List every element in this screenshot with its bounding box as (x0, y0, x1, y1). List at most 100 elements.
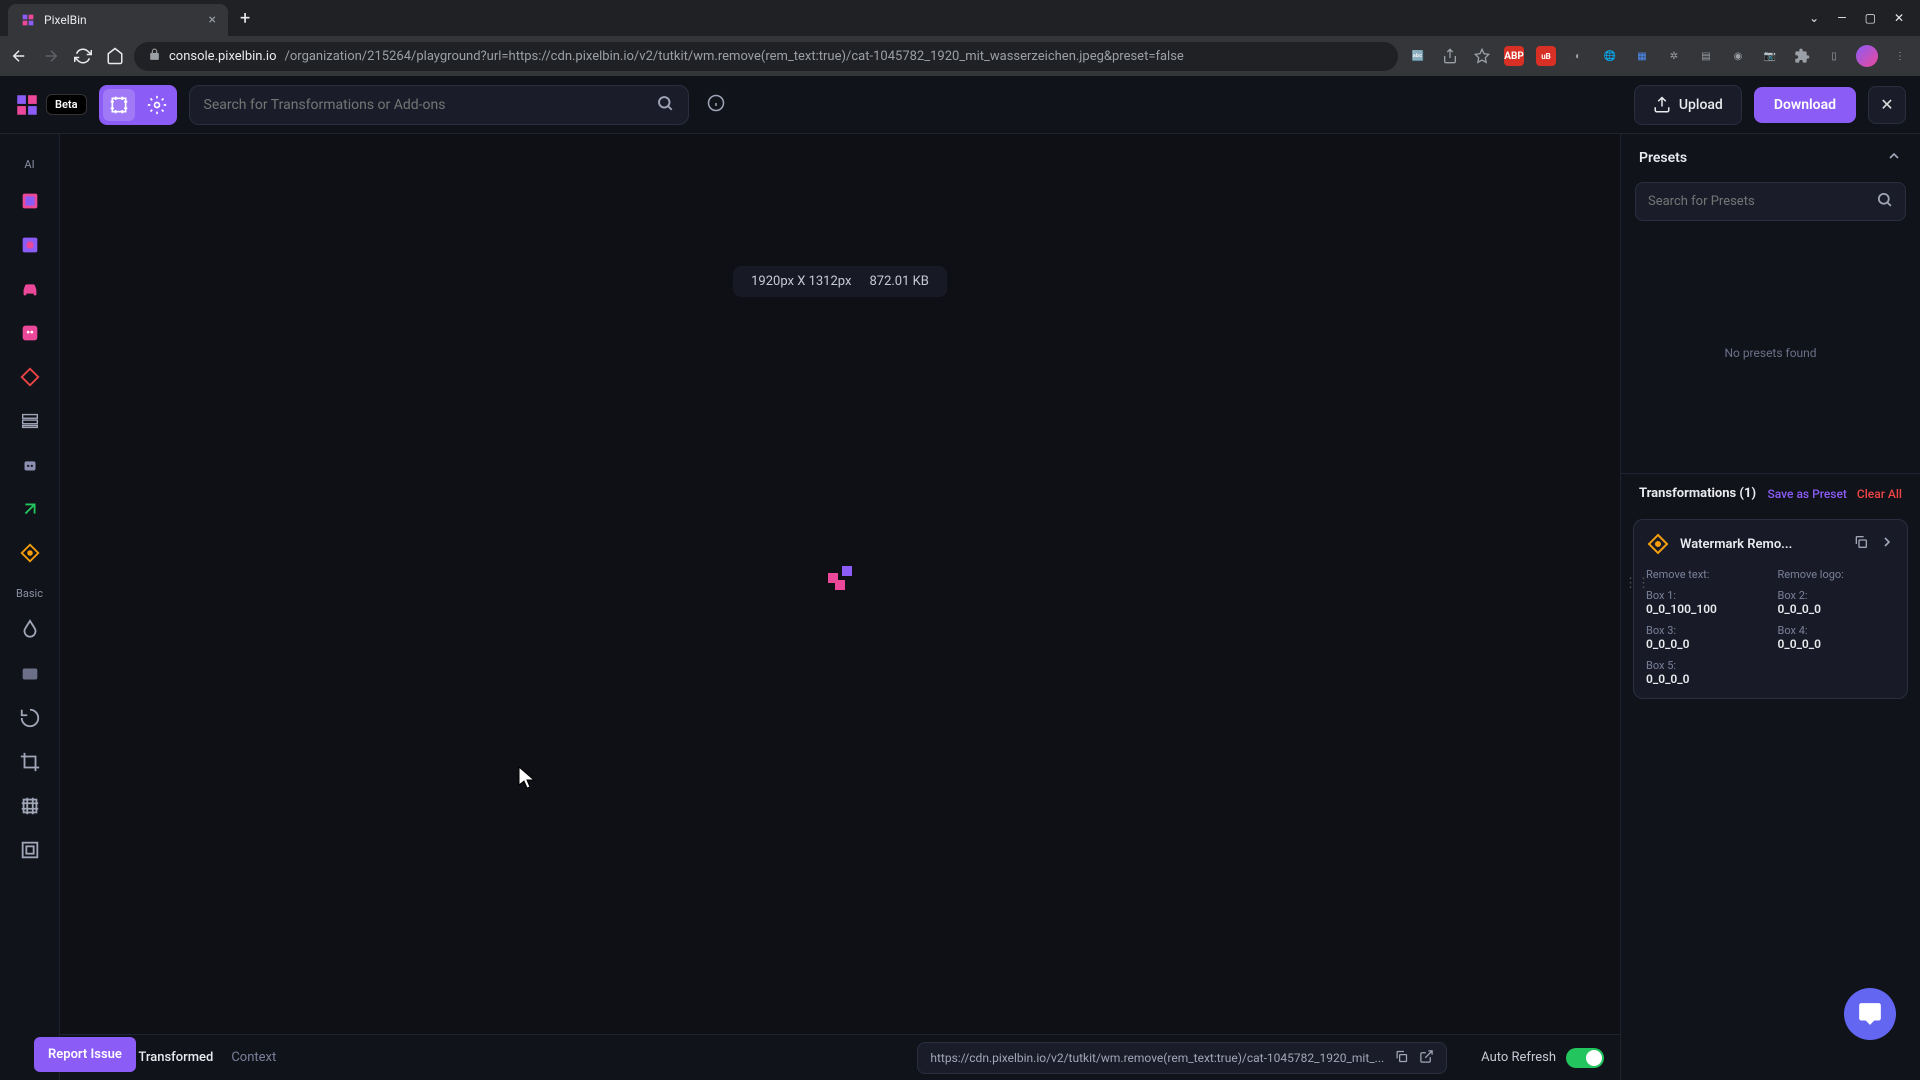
mode-settings-button[interactable] (141, 89, 173, 121)
auto-refresh-toggle[interactable] (1566, 1048, 1604, 1068)
ai-tool-diamond-icon[interactable] (12, 359, 48, 395)
cdn-url-text: https://cdn.pixelbin.io/v2/tutkit/wm.rem… (930, 1051, 1384, 1065)
copy-url-icon[interactable] (1394, 1049, 1409, 1067)
close-window-icon[interactable]: ✕ (1894, 11, 1904, 25)
extension-icon[interactable]: ◐ (1568, 46, 1588, 66)
address-bar[interactable]: console.pixelbin.io/organization/215264/… (134, 42, 1398, 71)
collapse-icon[interactable] (1886, 148, 1902, 168)
home-icon[interactable] (106, 47, 124, 65)
close-panel-button[interactable]: ✕ (1868, 86, 1906, 124)
pixelbin-favicon-icon (20, 12, 36, 28)
sidebar-ai-label: AI (24, 158, 34, 171)
minimize-icon[interactable]: — (1837, 11, 1846, 25)
basic-tool-crop-icon[interactable] (12, 744, 48, 780)
extension-red-icon[interactable]: uB (1536, 46, 1556, 66)
param-value: 0_0_0_0 (1646, 637, 1764, 651)
image-dimensions: 1920px X 1312px (751, 274, 851, 289)
loading-spinner-icon (820, 558, 860, 598)
adblock-icon[interactable]: ABP (1504, 46, 1524, 66)
save-preset-link[interactable]: Save as Preset (1768, 487, 1847, 501)
star-icon[interactable] (1472, 46, 1492, 66)
app-logo[interactable]: Beta (14, 92, 87, 118)
app-topbar: Beta Upload Download ✕ (0, 76, 1920, 134)
ai-tool-face-icon[interactable] (12, 315, 48, 351)
ai-tool-layers-icon[interactable] (12, 403, 48, 439)
copy-transform-icon[interactable] (1853, 534, 1869, 554)
share-icon[interactable] (1440, 46, 1460, 66)
image-info-badge: 1920px X 1312px 872.01 KB (733, 266, 947, 297)
mode-toggle (99, 85, 177, 125)
upload-button[interactable]: Upload (1634, 85, 1742, 125)
report-issue-button[interactable]: Report Issue (34, 1037, 136, 1072)
basic-tool-mask-icon[interactable] (12, 656, 48, 692)
sidepanel-icon[interactable]: ▯ (1824, 46, 1844, 66)
extension-icon[interactable]: ▦ (1632, 46, 1652, 66)
drag-handle-icon[interactable]: ⋮⋮ (1624, 576, 1650, 591)
right-panel: Presets No presets found Transformations… (1620, 76, 1920, 1080)
window-controls: ⌄ — ▢ ✕ (1809, 11, 1912, 25)
auto-refresh-control: Auto Refresh (1481, 1048, 1604, 1068)
transform-name: Watermark Remo... (1680, 537, 1843, 552)
new-tab-button[interactable]: + (232, 4, 258, 33)
ai-tool-expand-icon[interactable] (12, 491, 48, 527)
sidebar-basic-label: Basic (16, 587, 43, 600)
expand-transform-icon[interactable] (1879, 534, 1895, 554)
transform-card[interactable]: ⋮⋮ Watermark Remo... Remove text: Remove… (1633, 519, 1908, 699)
param-label: Box 5: (1646, 659, 1764, 672)
tab-transformed[interactable]: Transformed (138, 1050, 213, 1065)
clear-all-link[interactable]: Clear All (1857, 487, 1902, 501)
puzzle-icon[interactable] (1792, 46, 1812, 66)
download-button[interactable]: Download (1754, 87, 1856, 123)
extension-icon[interactable]: ▤ (1696, 46, 1716, 66)
extension-icon[interactable]: ✲ (1664, 46, 1684, 66)
translate-icon[interactable]: 🔤 (1408, 46, 1428, 66)
chat-icon (1857, 1001, 1883, 1027)
menu-icon[interactable]: ⋮ (1890, 46, 1910, 66)
profile-avatar[interactable] (1856, 45, 1878, 67)
ai-tool-erase-icon[interactable] (12, 183, 48, 219)
browser-tab[interactable]: PixelBin × (8, 4, 228, 36)
ai-tool-robot-icon[interactable] (12, 447, 48, 483)
search-input[interactable] (204, 97, 656, 113)
tab-close-icon[interactable]: × (209, 12, 216, 28)
bottom-bar: Original Transformed Context https://cdn… (60, 1034, 1620, 1080)
lock-icon (148, 48, 161, 65)
param-label: Remove logo: (1778, 568, 1896, 581)
cdn-url-display: https://cdn.pixelbin.io/v2/tutkit/wm.rem… (917, 1042, 1447, 1074)
param-label: Box 3: (1646, 624, 1764, 637)
reload-icon[interactable] (74, 47, 92, 65)
extensions-area: 🔤 ABP uB ◐ 🌐 ▦ ✲ ▤ ◉ 📷 ▯ ⋮ (1408, 45, 1910, 67)
mode-transform-button[interactable] (103, 89, 135, 121)
ai-tool-car-icon[interactable] (12, 271, 48, 307)
basic-tool-resize-icon[interactable] (12, 832, 48, 868)
open-url-icon[interactable] (1419, 1049, 1434, 1067)
info-icon[interactable] (707, 94, 725, 116)
tab-title: PixelBin (44, 13, 87, 27)
transforms-title: Transformations (1) (1639, 486, 1756, 501)
chevron-down-icon[interactable]: ⌄ (1809, 11, 1819, 25)
ai-tool-bg-icon[interactable] (12, 227, 48, 263)
preset-search-input[interactable] (1648, 194, 1876, 209)
basic-tool-rotate-icon[interactable] (12, 700, 48, 736)
upload-icon (1653, 96, 1671, 114)
preset-search-bar (1635, 182, 1906, 221)
search-icon[interactable] (656, 94, 674, 116)
camera-icon[interactable]: 📷 (1760, 46, 1780, 66)
forward-icon[interactable] (42, 47, 60, 65)
maximize-icon[interactable]: ▢ (1865, 11, 1876, 25)
search-icon[interactable] (1876, 191, 1893, 212)
basic-tool-frame-icon[interactable] (12, 788, 48, 824)
param-value: 0_0_0_0 (1646, 672, 1764, 686)
globe-icon[interactable]: 🌐 (1600, 46, 1620, 66)
basic-tool-drop-icon[interactable] (12, 612, 48, 648)
search-bar (189, 85, 689, 125)
chat-fab-button[interactable] (1844, 988, 1896, 1040)
param-label: Box 4: (1778, 624, 1896, 637)
param-value: 0_0_100_100 (1646, 602, 1764, 616)
extension-icon[interactable]: ◉ (1728, 46, 1748, 66)
ai-tool-watermark-icon[interactable] (12, 535, 48, 571)
back-icon[interactable] (10, 47, 28, 65)
beta-badge: Beta (46, 94, 87, 115)
tab-context[interactable]: Context (231, 1050, 276, 1065)
image-filesize: 872.01 KB (869, 274, 928, 289)
